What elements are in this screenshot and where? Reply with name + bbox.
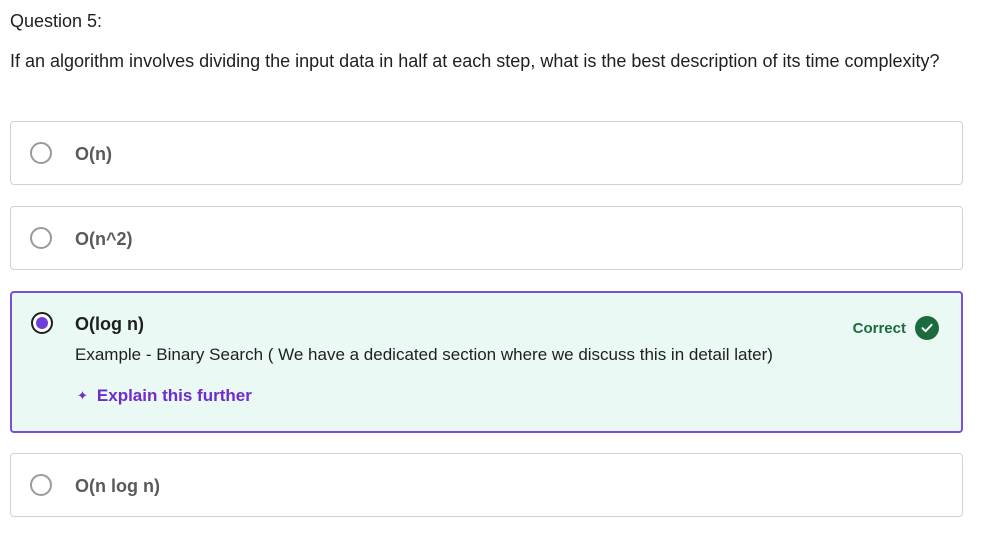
sparkle-icon: ✦ — [77, 388, 88, 403]
explain-further-link[interactable]: ✦ Explain this further — [77, 385, 252, 407]
radio-button[interactable] — [30, 227, 52, 249]
answer-option-b[interactable]: O(n^2) — [10, 206, 963, 270]
answer-option-d[interactable]: O(n log n) — [10, 453, 963, 517]
option-label: O(log n) — [75, 314, 144, 334]
correct-label: Correct — [852, 319, 906, 337]
question-text: If an algorithm involves dividing the in… — [10, 51, 940, 71]
option-label: O(n^2) — [75, 229, 133, 249]
radio-button-selected[interactable] — [31, 312, 53, 334]
answer-option-c-selected[interactable]: O(log n) Correct Example - Binary Search… — [10, 291, 963, 433]
question-number: Question 5: — [10, 11, 103, 31]
correct-status: Correct — [853, 316, 939, 340]
radio-button[interactable] — [30, 474, 52, 496]
option-label: O(n log n) — [75, 476, 160, 496]
answer-option-a[interactable]: O(n) — [10, 121, 963, 185]
option-label: O(n) — [75, 144, 112, 164]
radio-button[interactable] — [30, 142, 52, 164]
explain-further-label: Explain this further — [96, 386, 252, 405]
check-circle-icon — [915, 316, 939, 340]
answer-explanation: Example - Binary Search ( We have a dedi… — [75, 345, 773, 364]
